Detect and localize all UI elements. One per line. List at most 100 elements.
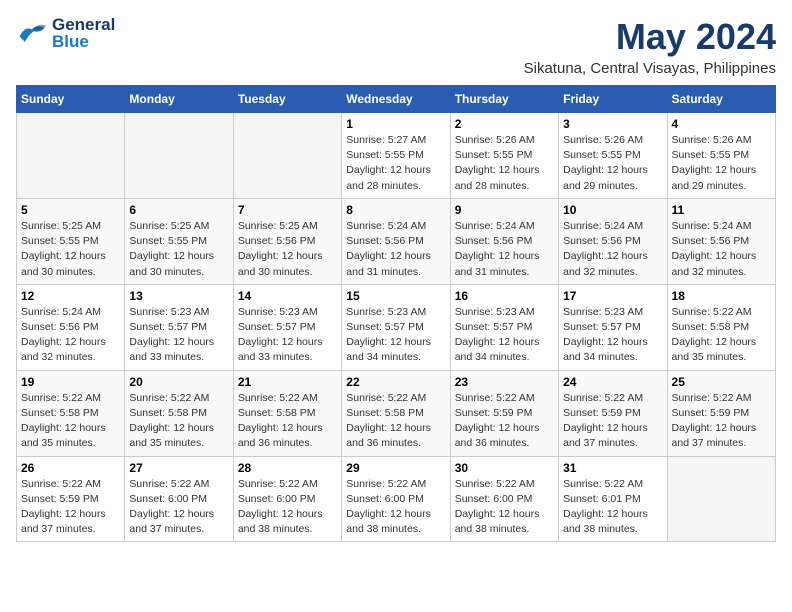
day-info: Sunrise: 5:22 AMSunset: 5:58 PMDaylight:…	[129, 391, 228, 452]
day-info: Sunrise: 5:24 AMSunset: 5:56 PMDaylight:…	[672, 219, 771, 280]
calendar-cell: 10 Sunrise: 5:24 AMSunset: 5:56 PMDayligh…	[559, 198, 667, 284]
calendar-cell: 2Sunrise: 5:26 AMSunset: 5:55 PMDaylight…	[450, 113, 558, 199]
day-info: Sunrise: 5:23 AMSunset: 5:57 PMDaylight:…	[563, 305, 662, 366]
day-header-thursday: Thursday	[450, 86, 558, 113]
calendar-cell	[667, 456, 775, 542]
calendar-cell: 31Sunrise: 5:22 AMSunset: 6:01 PMDayligh…	[559, 456, 667, 542]
day-info: Sunrise: 5:25 AMSunset: 5:55 PMDaylight:…	[21, 219, 120, 280]
day-info: Sunrise: 5:23 AMSunset: 5:57 PMDaylight:…	[455, 305, 554, 366]
calendar-cell	[125, 113, 233, 199]
page-title: May 2024	[524, 16, 776, 58]
day-info: Sunrise: 5:22 AMSunset: 5:58 PMDaylight:…	[346, 391, 445, 452]
logo-blue-text: Blue	[52, 33, 115, 50]
day-header-tuesday: Tuesday	[233, 86, 341, 113]
day-info: Sunrise: 5:23 AMSunset: 5:57 PMDaylight:…	[129, 305, 228, 366]
calendar-cell: 30 Sunrise: 5:22 AMSunset: 6:00 PMDayligh…	[450, 456, 558, 542]
day-info: Sunrise: 5:25 AMSunset: 5:56 PMDaylight:…	[238, 219, 337, 280]
day-info: Sunrise: 5:22 AMSunset: 5:58 PMDaylight:…	[672, 305, 771, 366]
calendar-cell: 19 Sunrise: 5:22 AMSunset: 5:58 PMDayligh…	[17, 370, 125, 456]
day-header-sunday: Sunday	[17, 86, 125, 113]
day-info: Sunrise: 5:22 AMSunset: 5:59 PMDaylight:…	[455, 391, 554, 452]
day-info: Sunrise: 5:22 AMSunset: 5:58 PMDaylight:…	[21, 391, 120, 452]
calendar-cell: 20 Sunrise: 5:22 AMSunset: 5:58 PMDayligh…	[125, 370, 233, 456]
day-number: 9	[455, 203, 554, 217]
page-subtitle: Sikatuna, Central Visayas, Philippines	[524, 60, 776, 77]
day-number: 15	[346, 289, 445, 303]
calendar-cell: 16 Sunrise: 5:23 AMSunset: 5:57 PMDayligh…	[450, 284, 558, 370]
day-number: 26	[21, 461, 120, 475]
day-info: Sunrise: 5:22 AMSunset: 5:59 PMDaylight:…	[563, 391, 662, 452]
calendar-body: 1Sunrise: 5:27 AMSunset: 5:55 PMDaylight…	[17, 113, 776, 542]
day-info: Sunrise: 5:26 AMSunset: 5:55 PMDaylight:…	[563, 133, 662, 194]
day-number: 18	[672, 289, 771, 303]
calendar-cell: 6 Sunrise: 5:25 AMSunset: 5:55 PMDaylight…	[125, 198, 233, 284]
day-number: 30	[455, 461, 554, 475]
calendar-cell: 11Sunrise: 5:24 AMSunset: 5:56 PMDayligh…	[667, 198, 775, 284]
calendar-cell	[17, 113, 125, 199]
day-info: Sunrise: 5:24 AMSunset: 5:56 PMDaylight:…	[21, 305, 120, 366]
day-number: 19	[21, 375, 120, 389]
day-header-monday: Monday	[125, 86, 233, 113]
day-info: Sunrise: 5:22 AMSunset: 5:59 PMDaylight:…	[672, 391, 771, 452]
calendar-cell: 25Sunrise: 5:22 AMSunset: 5:59 PMDayligh…	[667, 370, 775, 456]
calendar-week-row: 19 Sunrise: 5:22 AMSunset: 5:58 PMDayligh…	[17, 370, 776, 456]
calendar-cell: 21 Sunrise: 5:22 AMSunset: 5:58 PMDayligh…	[233, 370, 341, 456]
day-number: 7	[238, 203, 337, 217]
day-info: Sunrise: 5:24 AMSunset: 5:56 PMDaylight:…	[455, 219, 554, 280]
day-number: 12	[21, 289, 120, 303]
day-info: Sunrise: 5:22 AMSunset: 5:58 PMDaylight:…	[238, 391, 337, 452]
calendar-cell: 8 Sunrise: 5:24 AMSunset: 5:56 PMDaylight…	[342, 198, 450, 284]
calendar-table: SundayMondayTuesdayWednesdayThursdayFrid…	[16, 85, 776, 542]
day-header-friday: Friday	[559, 86, 667, 113]
calendar-cell	[233, 113, 341, 199]
day-header-saturday: Saturday	[667, 86, 775, 113]
calendar-cell: 1Sunrise: 5:27 AMSunset: 5:55 PMDaylight…	[342, 113, 450, 199]
calendar-cell: 17Sunrise: 5:23 AMSunset: 5:57 PMDayligh…	[559, 284, 667, 370]
calendar-cell: 29Sunrise: 5:22 AMSunset: 6:00 PMDayligh…	[342, 456, 450, 542]
calendar-week-row: 12 Sunrise: 5:24 AMSunset: 5:56 PMDayligh…	[17, 284, 776, 370]
calendar-cell: 13Sunrise: 5:23 AMSunset: 5:57 PMDayligh…	[125, 284, 233, 370]
day-number: 23	[455, 375, 554, 389]
calendar-cell: 14Sunrise: 5:23 AMSunset: 5:57 PMDayligh…	[233, 284, 341, 370]
day-number: 4	[672, 117, 771, 131]
day-info: Sunrise: 5:22 AMSunset: 6:00 PMDaylight:…	[455, 477, 554, 538]
page-header: General Blue May 2024 Sikatuna, Central …	[16, 16, 776, 77]
day-number: 10	[563, 203, 662, 217]
calendar-header: SundayMondayTuesdayWednesdayThursdayFrid…	[17, 86, 776, 113]
day-number: 20	[129, 375, 228, 389]
day-info: Sunrise: 5:22 AMSunset: 6:00 PMDaylight:…	[238, 477, 337, 538]
calendar-week-row: 5Sunrise: 5:25 AMSunset: 5:55 PMDaylight…	[17, 198, 776, 284]
day-number: 2	[455, 117, 554, 131]
day-number: 6	[129, 203, 228, 217]
title-block: May 2024 Sikatuna, Central Visayas, Phil…	[524, 16, 776, 77]
calendar-cell: 27 Sunrise: 5:22 AMSunset: 6:00 PMDayligh…	[125, 456, 233, 542]
day-number: 8	[346, 203, 445, 217]
day-info: Sunrise: 5:23 AMSunset: 5:57 PMDaylight:…	[238, 305, 337, 366]
day-info: Sunrise: 5:24 AMSunset: 5:56 PMDaylight:…	[346, 219, 445, 280]
calendar-cell: 22 Sunrise: 5:22 AMSunset: 5:58 PMDayligh…	[342, 370, 450, 456]
day-info: Sunrise: 5:25 AMSunset: 5:55 PMDaylight:…	[129, 219, 228, 280]
day-info: Sunrise: 5:27 AMSunset: 5:55 PMDaylight:…	[346, 133, 445, 194]
calendar-week-row: 26 Sunrise: 5:22 AMSunset: 5:59 PMDayligh…	[17, 456, 776, 542]
day-info: Sunrise: 5:22 AMSunset: 5:59 PMDaylight:…	[21, 477, 120, 538]
calendar-cell: 28 Sunrise: 5:22 AMSunset: 6:00 PMDayligh…	[233, 456, 341, 542]
logo: General Blue	[16, 16, 115, 50]
day-number: 22	[346, 375, 445, 389]
day-number: 21	[238, 375, 337, 389]
calendar-cell: 7 Sunrise: 5:25 AMSunset: 5:56 PMDaylight…	[233, 198, 341, 284]
day-info: Sunrise: 5:22 AMSunset: 6:00 PMDaylight:…	[346, 477, 445, 538]
day-number: 27	[129, 461, 228, 475]
bird-logo-icon	[16, 17, 48, 49]
calendar-cell: 23 Sunrise: 5:22 AMSunset: 5:59 PMDayligh…	[450, 370, 558, 456]
logo-general-text: General	[52, 16, 115, 33]
day-info: Sunrise: 5:22 AMSunset: 6:00 PMDaylight:…	[129, 477, 228, 538]
day-header-wednesday: Wednesday	[342, 86, 450, 113]
calendar-cell: 24 Sunrise: 5:22 AMSunset: 5:59 PMDayligh…	[559, 370, 667, 456]
day-number: 16	[455, 289, 554, 303]
day-number: 24	[563, 375, 662, 389]
day-number: 28	[238, 461, 337, 475]
day-headers-row: SundayMondayTuesdayWednesdayThursdayFrid…	[17, 86, 776, 113]
day-info: Sunrise: 5:24 AMSunset: 5:56 PMDaylight:…	[563, 219, 662, 280]
calendar-cell: 9 Sunrise: 5:24 AMSunset: 5:56 PMDaylight…	[450, 198, 558, 284]
calendar-cell: 3Sunrise: 5:26 AMSunset: 5:55 PMDaylight…	[559, 113, 667, 199]
